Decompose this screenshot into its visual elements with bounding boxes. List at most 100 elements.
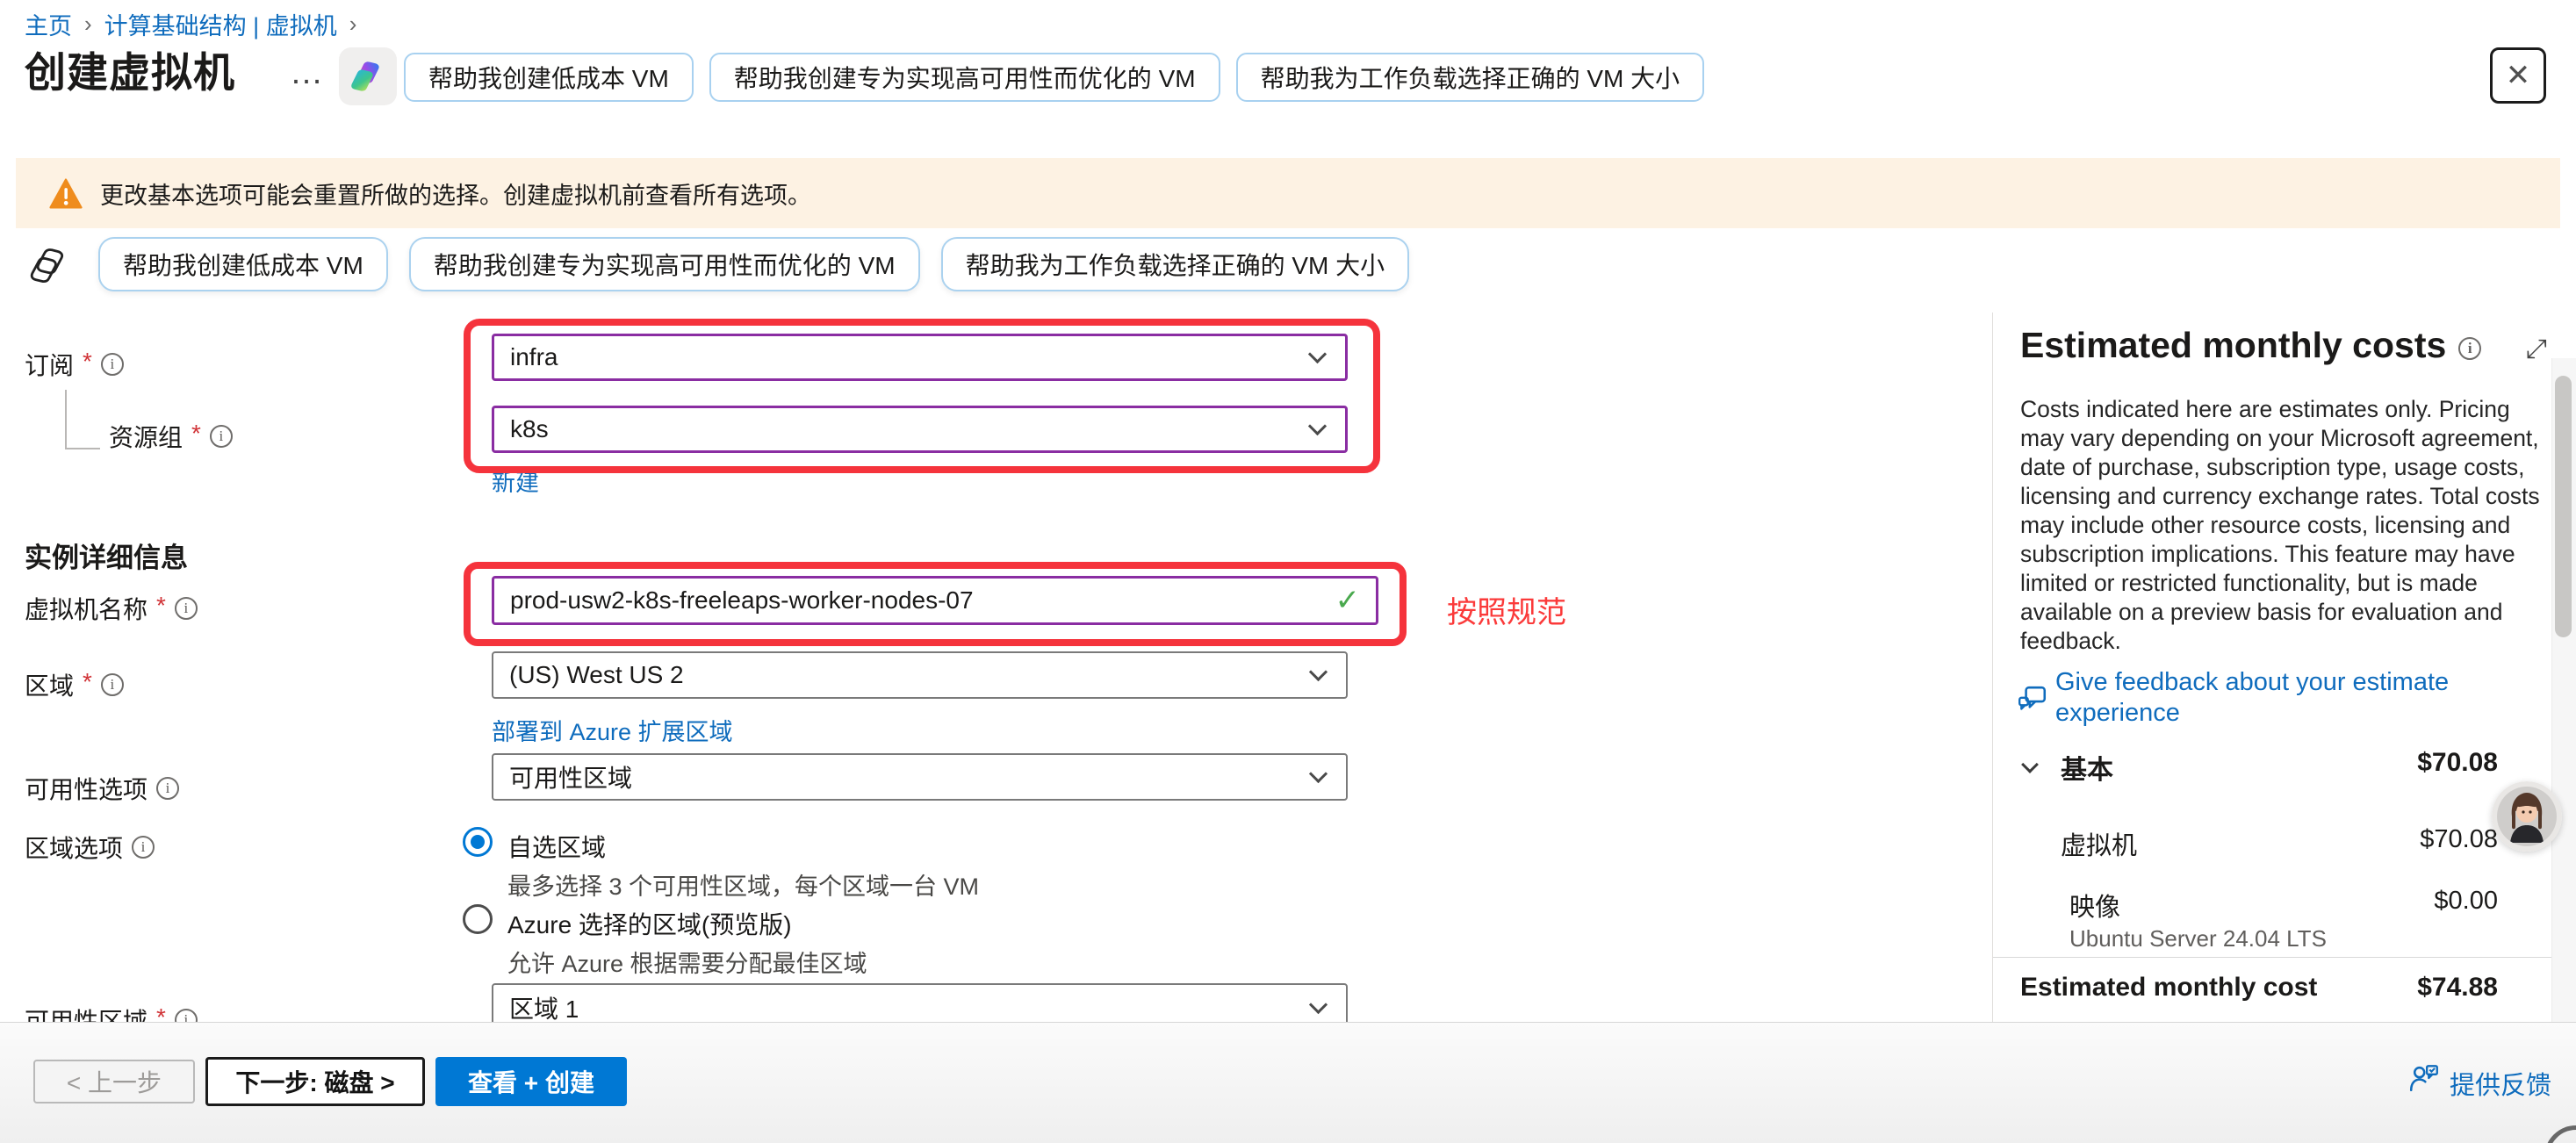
annotation-text: 按照规范	[1447, 588, 1566, 631]
info-glyph: i	[111, 356, 115, 373]
radio-self-selected-zones[interactable]	[463, 827, 493, 857]
vm-name-label-text: 虚拟机名称	[25, 591, 148, 626]
cost-panel-title-text: Estimated monthly costs	[2020, 325, 2446, 366]
breadcrumb: 主页 › 计算基础结构 | 虚拟机 ›	[25, 7, 356, 41]
info-icon[interactable]: i	[2458, 337, 2481, 360]
collapse-panel-button[interactable]: ⤢	[2521, 334, 2552, 365]
subscription-label-text: 订阅	[25, 347, 74, 382]
info-icon[interactable]: i	[210, 425, 233, 448]
availability-zone-value: 区域 1	[509, 990, 579, 1025]
zone-option-azure-label[interactable]: Azure 选择的区域(预览版)	[507, 906, 792, 941]
region-value: (US) West US 2	[509, 661, 684, 689]
breadcrumb-chevron-icon: ›	[349, 11, 357, 38]
cost-group-name: 基本	[2061, 748, 2113, 787]
page-title: 创建虚拟机	[25, 39, 235, 99]
info-glyph: i	[166, 780, 170, 797]
avatar[interactable]	[2492, 781, 2562, 852]
info-glyph: i	[111, 676, 115, 694]
breadcrumb-chevron-icon: ›	[84, 11, 92, 38]
required-asterisk: *	[83, 348, 92, 376]
region-dropdown[interactable]: (US) West US 2	[492, 651, 1348, 699]
breadcrumb-section-link[interactable]: 计算基础结构 | 虚拟机	[104, 7, 337, 41]
info-icon[interactable]: i	[132, 836, 155, 859]
cost-item-image-detail: Ubuntu Server 24.04 LTS	[2069, 925, 2327, 952]
info-glyph: i	[219, 428, 224, 445]
create-vm-page: 主页 › 计算基础结构 | 虚拟机 › 创建虚拟机 … 帮助我创建低成本 VM …	[0, 0, 2576, 1143]
divider	[1993, 957, 2576, 958]
feedback-bubbles-icon[interactable]	[2017, 685, 2048, 716]
chevron-down-icon	[1308, 345, 1327, 363]
info-glyph: i	[2468, 340, 2472, 357]
zone-option-self-label[interactable]: 自选区域	[507, 829, 606, 864]
copilot-outline-icon[interactable]	[26, 242, 72, 288]
cost-group-amount: $70.08	[2256, 748, 2498, 778]
close-icon: ✕	[2506, 58, 2531, 93]
scrollbar-thumb[interactable]	[2555, 376, 2572, 637]
edge-zone-link[interactable]: 部署到 Azure 扩展区域	[492, 713, 733, 747]
chevron-down-icon	[1308, 417, 1327, 435]
resource-group-label: 资源组 * i	[109, 419, 233, 454]
zone-option-self-desc: 最多选择 3 个可用性区域，每个区域一台 VM	[507, 867, 979, 902]
subscription-dropdown[interactable]: infra	[492, 334, 1348, 381]
cost-item-image-amount: $0.00	[2256, 887, 2498, 916]
overflow-menu-button[interactable]: …	[290, 54, 323, 92]
connector-line	[65, 448, 100, 449]
required-asterisk: *	[191, 420, 201, 448]
next-disks-button[interactable]: 下一步: 磁盘 >	[205, 1057, 425, 1106]
chevron-down-icon	[1309, 663, 1328, 681]
previous-button[interactable]: < 上一步	[33, 1060, 195, 1103]
collapse-icon: ⤢	[2526, 334, 2547, 364]
total-cost-amount: $74.88	[2256, 973, 2498, 1003]
provide-feedback-link[interactable]: 提供反馈	[2450, 1065, 2551, 1102]
copilot-icon	[349, 57, 387, 96]
close-button[interactable]: ✕	[2490, 47, 2546, 104]
info-glyph: i	[184, 600, 189, 617]
cost-panel-title: Estimated monthly costs i	[2020, 325, 2481, 366]
estimated-costs-panel: Estimated monthly costs i ⤢ Costs indica…	[1992, 313, 2576, 1022]
radio-dot	[471, 835, 485, 849]
info-icon[interactable]: i	[175, 597, 198, 620]
chevron-down-icon	[1309, 996, 1328, 1014]
required-asterisk: *	[156, 592, 166, 620]
footer-bar: < 上一步 下一步: 磁盘 > 查看 + 创建 提供反馈	[0, 1022, 2576, 1143]
subscription-value: infra	[510, 343, 558, 371]
radio-azure-selected-zones[interactable]	[463, 904, 493, 934]
resource-group-value: k8s	[510, 415, 549, 443]
availability-options-label-text: 可用性选项	[25, 771, 148, 806]
info-icon[interactable]: i	[101, 353, 124, 376]
region-label-text: 区域	[25, 667, 74, 702]
suggestion-right-size-button[interactable]: 帮助我为工作负载选择正确的 VM 大小	[1236, 53, 1705, 102]
required-asterisk: *	[83, 668, 92, 696]
vm-name-field: ✓	[492, 576, 1378, 625]
suggestion-low-cost-button[interactable]: 帮助我创建低成本 VM	[404, 53, 694, 102]
availability-options-dropdown[interactable]: 可用性区域	[492, 753, 1348, 801]
suggestion-low-cost-button[interactable]: 帮助我创建低成本 VM	[98, 237, 388, 291]
estimate-feedback-link[interactable]: Give feedback about your estimate experi…	[2055, 667, 2521, 729]
suggestion-right-size-button[interactable]: 帮助我为工作负载选择正确的 VM 大小	[941, 237, 1410, 291]
vm-name-input[interactable]	[494, 586, 1335, 615]
zone-options-label-text: 区域选项	[25, 830, 123, 865]
info-icon[interactable]: i	[101, 673, 124, 696]
chevron-down-icon[interactable]	[2021, 756, 2039, 773]
create-new-link[interactable]: 新建	[492, 464, 539, 498]
zone-options-label: 区域选项 i	[25, 830, 155, 865]
suggestion-high-availability-button[interactable]: 帮助我创建专为实现高可用性而优化的 VM	[409, 237, 920, 291]
resource-group-label-text: 资源组	[109, 419, 183, 454]
warning-icon	[49, 178, 83, 209]
warning-text: 更改基本选项可能会重置所做的选择。创建虚拟机前查看所有选项。	[100, 176, 811, 211]
info-icon[interactable]: i	[156, 777, 179, 800]
connector-line	[65, 390, 67, 448]
copilot-button[interactable]	[339, 47, 397, 105]
instance-details-heading: 实例详细信息	[25, 536, 188, 575]
region-label: 区域 * i	[25, 667, 124, 702]
breadcrumb-home-link[interactable]: 主页	[25, 7, 72, 41]
warning-banner: 更改基本选项可能会重置所做的选择。创建虚拟机前查看所有选项。	[16, 158, 2560, 228]
zone-option-azure-desc: 允许 Azure 根据需要分配最佳区域	[507, 945, 867, 979]
cost-panel-description: Costs indicated here are estimates only.…	[2020, 395, 2542, 656]
review-create-button[interactable]: 查看 + 创建	[435, 1057, 627, 1106]
info-glyph: i	[141, 838, 146, 856]
vm-name-label: 虚拟机名称 * i	[25, 591, 198, 626]
availability-options-label: 可用性选项 i	[25, 771, 179, 806]
resource-group-dropdown[interactable]: k8s	[492, 406, 1348, 453]
suggestion-high-availability-button[interactable]: 帮助我创建专为实现高可用性而优化的 VM	[709, 53, 1220, 102]
